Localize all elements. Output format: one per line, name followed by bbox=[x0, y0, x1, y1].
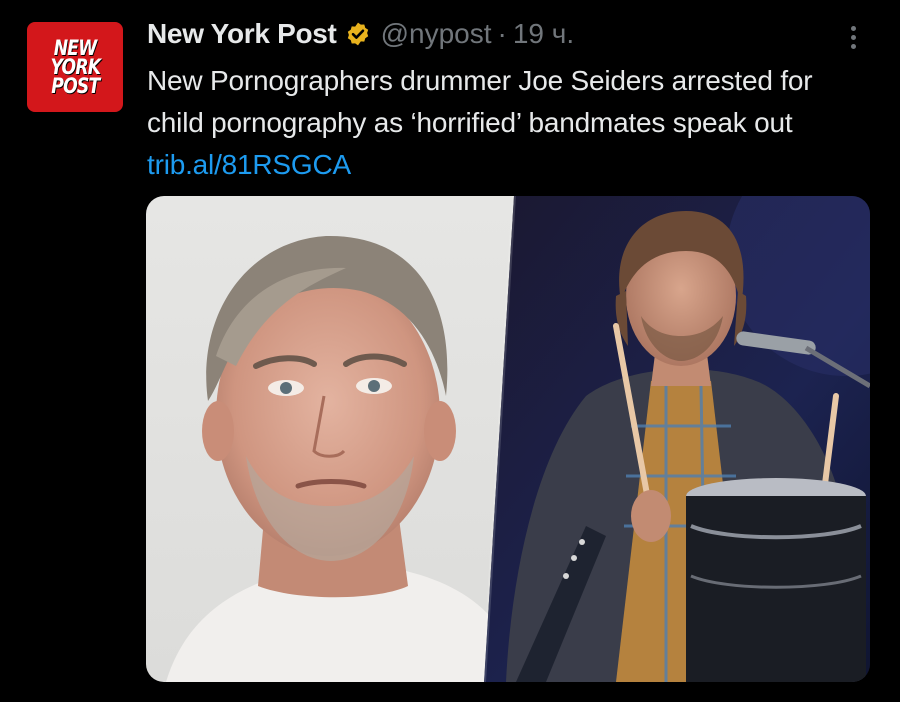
more-options-icon[interactable] bbox=[838, 20, 868, 54]
tweet-text: New Pornographers drummer Joe Seiders ar… bbox=[147, 60, 867, 186]
avatar-logo-line-3: POST bbox=[50, 73, 100, 98]
avatar[interactable]: NEW YORK POST bbox=[27, 22, 123, 112]
more-dot bbox=[850, 25, 856, 31]
timestamp[interactable]: 19 ч. bbox=[513, 18, 574, 50]
tweet-header: New York Post @nypost · 19 ч. bbox=[147, 14, 574, 54]
more-dot bbox=[850, 34, 856, 40]
display-name[interactable]: New York Post bbox=[147, 18, 337, 50]
tweet-link[interactable]: trib.al/81RSGCA bbox=[147, 149, 351, 180]
mugshot-photo[interactable] bbox=[146, 196, 870, 682]
more-dot bbox=[850, 43, 856, 49]
tweet-body: New Pornographers drummer Joe Seiders ar… bbox=[147, 65, 813, 138]
tweet-media[interactable] bbox=[146, 196, 870, 682]
handle[interactable]: @nypost bbox=[381, 18, 492, 50]
header-separator: · bbox=[497, 18, 507, 49]
tweet[interactable]: NEW YORK POST New York Post @nypost · 19… bbox=[0, 0, 900, 702]
verified-badge-icon[interactable] bbox=[345, 21, 371, 47]
